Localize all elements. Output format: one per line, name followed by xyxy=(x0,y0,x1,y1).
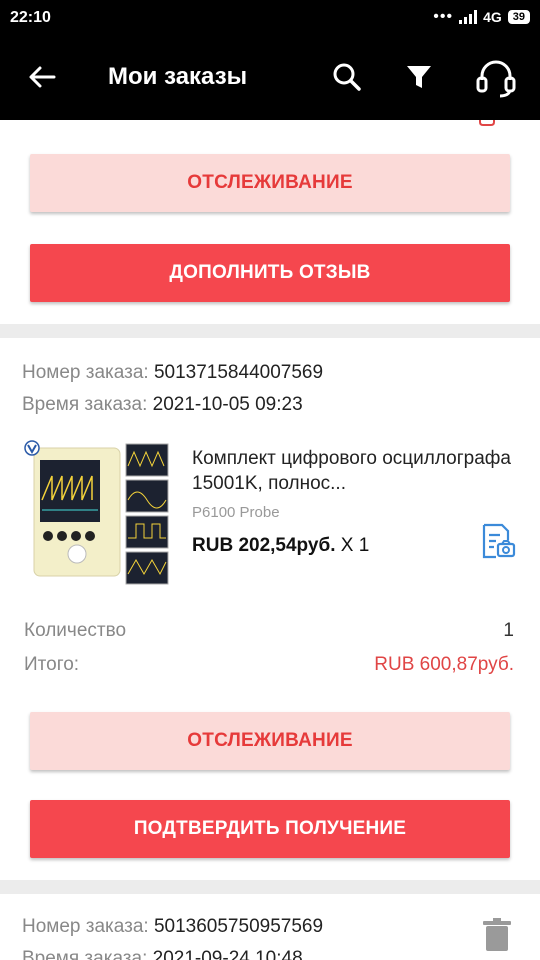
orders-list[interactable]: ОТСЛЕЖИВАНИЕ ДОПОЛНИТЬ ОТЗЫВ Номер заказ… xyxy=(0,120,540,960)
order-card: Номер заказа: 5013605750957569 Время зак… xyxy=(0,894,540,960)
order-number-row: Номер заказа: 5013605750957569 xyxy=(22,916,323,938)
filter-icon[interactable] xyxy=(404,62,434,92)
search-icon[interactable] xyxy=(332,62,362,92)
quantity-value: 1 xyxy=(503,620,514,641)
order-time: 2021-10-05 09:23 xyxy=(152,394,303,415)
trash-icon[interactable] xyxy=(482,918,512,952)
order-number-label: Номер заказа: xyxy=(22,916,149,937)
trash-icon[interactable] xyxy=(478,120,496,126)
page-title: Мои заказы xyxy=(108,63,248,90)
confirm-receipt-button[interactable]: ПОДТВЕРДИТЬ ПОЛУЧЕНИЕ xyxy=(30,800,510,858)
app-bar: Мои заказы xyxy=(0,36,540,120)
order-number-label: Номер заказа: xyxy=(22,362,149,383)
product-sku: P6100 Probe xyxy=(192,504,280,521)
order-card: ОТСЛЕЖИВАНИЕ ДОПОЛНИТЬ ОТЗЫВ xyxy=(0,120,540,324)
order-time: 2021-09-24 10:48 xyxy=(152,948,303,960)
order-time-row: Время заказа: 2021-09-24 10:48 xyxy=(22,948,303,960)
product-price: RUB 202,54руб. xyxy=(192,535,336,556)
order-number: 5013715844007569 xyxy=(153,362,324,383)
oscilloscope-product-image[interactable] xyxy=(22,440,172,592)
order-number: 5013605750957569 xyxy=(153,916,324,937)
total-label: Итого: xyxy=(24,654,80,675)
status-indicators: ••• 4G 39 xyxy=(433,8,530,26)
battery-icon: 39 xyxy=(507,10,530,24)
product-price-row: RUB 202,54руб. X 1 xyxy=(192,535,369,557)
status-time: 22:10 xyxy=(10,9,51,26)
status-bar: 22:10 ••• 4G 39 xyxy=(0,0,540,36)
receipt-photo-icon[interactable] xyxy=(478,522,516,560)
back-arrow-icon[interactable] xyxy=(26,61,58,93)
quantity-label: Количество xyxy=(24,620,127,641)
notification-dots: ••• xyxy=(433,8,454,25)
add-review-button[interactable]: ДОПОЛНИТЬ ОТЗЫВ xyxy=(30,244,510,302)
order-number-row: Номер заказа: 5013715844007569 xyxy=(22,362,323,384)
network-type: 4G xyxy=(483,9,502,25)
order-time-label: Время заказа: xyxy=(22,948,148,960)
product-title[interactable]: Комплект цифрового осциллографа 15001K, … xyxy=(192,446,512,496)
total-value: RUB 600,87руб. xyxy=(374,654,514,675)
order-card: Номер заказа: 5013715844007569 Время зак… xyxy=(0,338,540,880)
track-button[interactable]: ОТСЛЕЖИВАНИЕ xyxy=(30,712,510,770)
track-button[interactable]: ОТСЛЕЖИВАНИЕ xyxy=(30,154,510,212)
product-qty: X 1 xyxy=(335,535,370,556)
order-time-label: Время заказа: xyxy=(22,394,148,415)
signal-icon xyxy=(459,10,478,24)
order-time-row: Время заказа: 2021-10-05 09:23 xyxy=(22,394,303,416)
support-headset-icon[interactable] xyxy=(474,58,518,98)
